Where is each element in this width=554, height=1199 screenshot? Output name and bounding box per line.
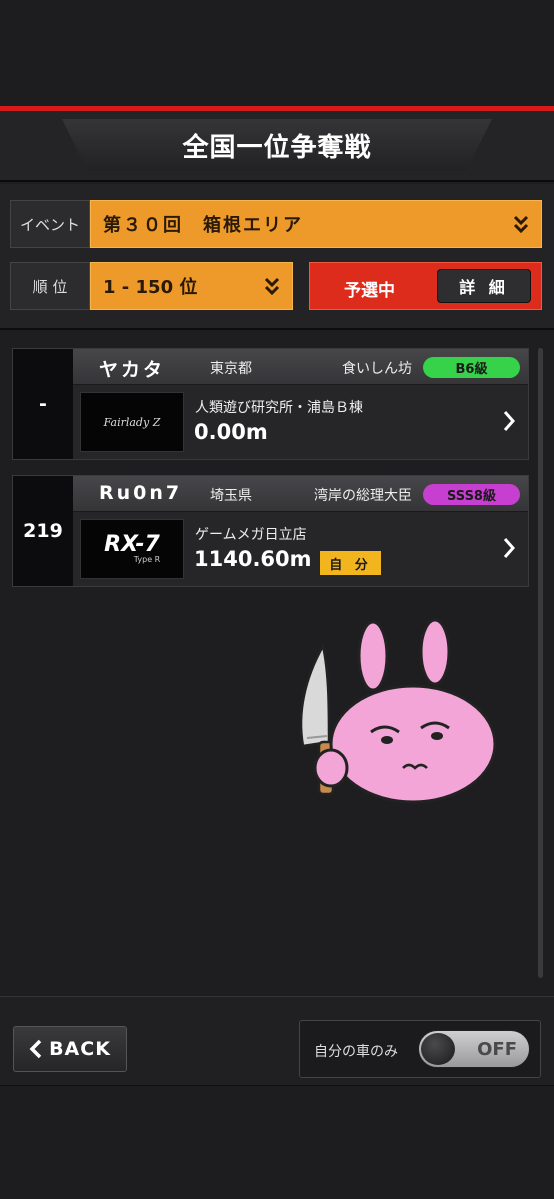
entry-header: Ru0n7 埼玉県 湾岸の総理大臣 SSS8級 — [73, 476, 528, 512]
toggle-label: 自分の車のみ — [314, 1044, 398, 1060]
driver-title: 湾岸の総理大臣 — [314, 488, 412, 504]
grade-badge: SSS8級 — [423, 484, 520, 505]
header: 全国一位争奪戦 — [0, 106, 554, 182]
footer-area — [0, 1087, 554, 1199]
car-logo-text: Fairlady Z — [103, 415, 161, 429]
ranking-entry[interactable]: 219 Ru0n7 埼玉県 湾岸の総理大臣 SSS8級 RX-7 Type R … — [12, 475, 529, 587]
page-title: 全国一位争奪戦 — [182, 132, 372, 163]
entry-header: ヤカタ 東京都 食いしん坊 B6級 — [73, 349, 528, 385]
qualifying-status: 予選中 詳 細 — [309, 262, 542, 310]
event-value: 第３０回 箱根エリア — [103, 215, 303, 236]
event-label: イベント — [10, 200, 90, 248]
driver-title: 食いしん坊 — [342, 361, 412, 377]
rank-label: 順 位 — [10, 262, 90, 310]
driver-name: ヤカタ — [99, 359, 166, 381]
rabbit-knife-sticker — [299, 618, 497, 804]
scrollbar[interactable] — [538, 348, 543, 978]
prefecture: 東京都 — [210, 361, 252, 377]
toggle-state: OFF — [477, 1039, 517, 1060]
my-cars-only-filter: 自分の車のみ OFF — [299, 1020, 541, 1078]
shop-name: ゲームメガ日立店 — [195, 527, 307, 543]
chevron-left-icon — [29, 1039, 42, 1059]
chevron-right-icon — [503, 411, 516, 431]
chevron-double-down-icon — [513, 215, 529, 234]
chevron-right-icon — [503, 538, 516, 558]
toggle-knob — [421, 1033, 455, 1065]
detail-button[interactable]: 詳 細 — [437, 269, 531, 303]
ranking-entry[interactable]: - ヤカタ 東京都 食いしん坊 B6級 Fairlady Z 人類遊び研究所・浦… — [12, 348, 529, 460]
chevron-double-down-icon — [264, 277, 280, 296]
car-logo: RX-7 Type R — [80, 519, 184, 579]
title-plate: 全国一位争奪戦 — [62, 119, 492, 171]
car-logo-text: RX-7 — [104, 531, 160, 557]
back-button[interactable]: BACK — [13, 1026, 127, 1072]
self-badge: 自 分 — [320, 551, 381, 575]
rank-value: 1 - 150 位 — [103, 277, 198, 298]
distance: 0.00m — [194, 420, 268, 444]
driver-name: Ru0n7 — [99, 482, 183, 504]
prefecture: 埼玉県 — [210, 488, 252, 504]
rank-number: 219 — [13, 476, 73, 586]
car-logo: Fairlady Z — [80, 392, 184, 452]
my-cars-only-toggle[interactable]: OFF — [418, 1030, 530, 1068]
status-bar-area — [0, 0, 554, 106]
rank-number: - — [13, 349, 73, 459]
shop-name: 人類遊び研究所・浦島Ｂ棟 — [195, 400, 363, 416]
distance: 1140.60m — [194, 547, 312, 571]
event-select[interactable]: 第３０回 箱根エリア — [90, 200, 542, 248]
back-label: BACK — [49, 1038, 111, 1060]
bottom-bar: BACK 自分の車のみ OFF — [0, 996, 554, 1086]
car-logo-subtext: Type R — [133, 554, 161, 564]
grade-badge: B6級 — [423, 357, 520, 378]
status-text: 予選中 — [344, 281, 395, 301]
rank-select[interactable]: 1 - 150 位 — [90, 262, 293, 310]
